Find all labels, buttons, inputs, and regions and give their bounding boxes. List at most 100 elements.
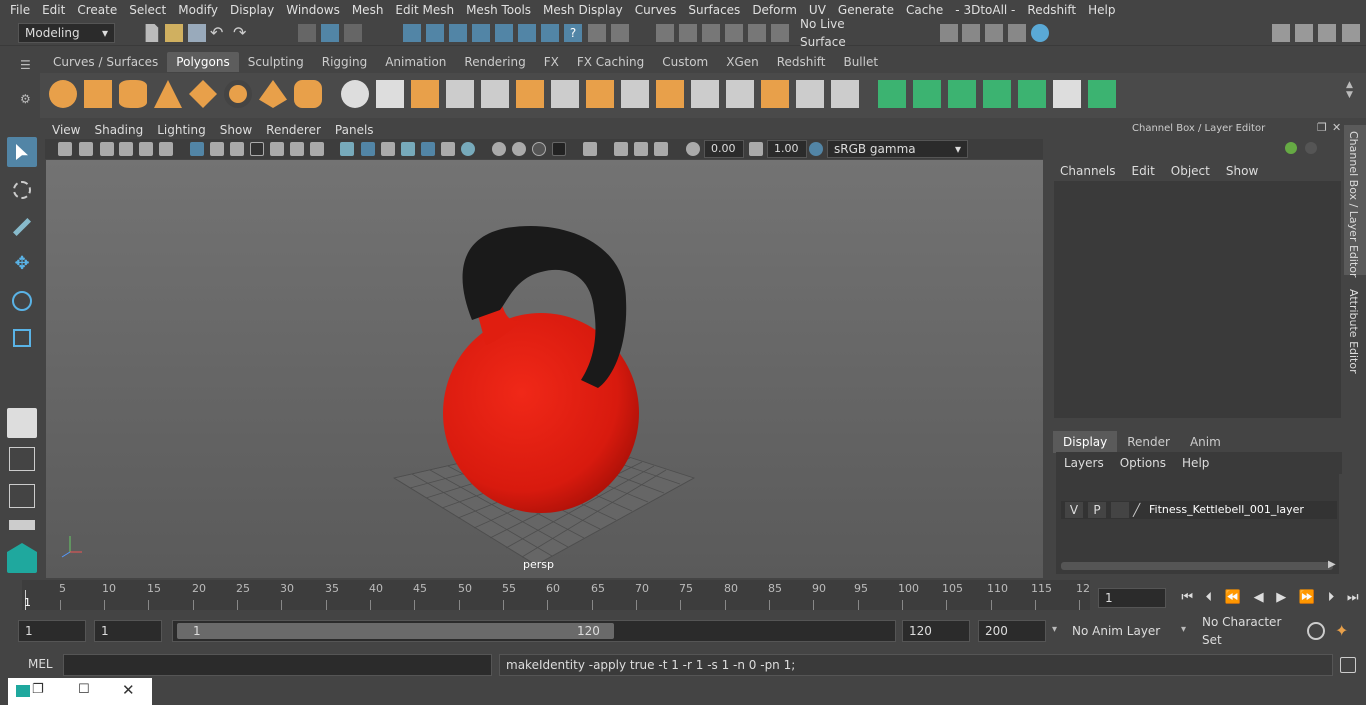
script-editor-icon[interactable] — [1340, 657, 1356, 673]
menu-edit[interactable]: Edit — [36, 0, 71, 20]
tab-display[interactable]: Display — [1053, 431, 1118, 453]
tab-rigging[interactable]: Rigging — [313, 52, 376, 72]
menu-modify[interactable]: Modify — [172, 0, 224, 20]
combine-icon[interactable] — [341, 80, 369, 108]
xray-active-icon[interactable] — [634, 142, 648, 156]
tab-anim[interactable]: Anim — [1180, 431, 1231, 453]
motion-blur-icon[interactable] — [512, 142, 526, 156]
vp-menu-shading[interactable]: Shading — [87, 121, 150, 139]
range-slider[interactable]: 1 120 — [172, 620, 896, 642]
use-lights-icon[interactable] — [441, 142, 455, 156]
poly-sphere-icon[interactable] — [49, 80, 77, 108]
insert-edge-loop-icon[interactable] — [726, 80, 754, 108]
select-hierarchy-icon[interactable] — [298, 24, 316, 42]
save-scene-icon[interactable] — [188, 24, 206, 42]
camera-select-icon[interactable] — [58, 142, 72, 156]
close-icon[interactable]: ✕ — [122, 681, 135, 699]
layer-name[interactable]: Fitness_Kettlebell_001_layer — [1149, 502, 1304, 518]
vp-menu-panels[interactable]: Panels — [328, 121, 381, 139]
maximize-icon[interactable]: ☐ — [78, 682, 90, 697]
le-menu-options[interactable]: Options — [1112, 452, 1174, 474]
safe-action-icon[interactable] — [290, 142, 304, 156]
timeline-ruler[interactable]: 1 5 10 15 20 25 30 35 40 45 50 55 60 65 … — [22, 580, 1090, 610]
smooth-icon[interactable] — [446, 80, 474, 108]
xray-joints-icon[interactable] — [614, 142, 628, 156]
menu-help[interactable]: Help — [1082, 0, 1121, 20]
layer-color-icon[interactable]: ╱ — [1133, 502, 1147, 518]
help-icon[interactable]: ? — [564, 24, 582, 42]
tab-attribute-editor[interactable]: Attribute Editor — [1347, 289, 1360, 374]
reduce-icon[interactable] — [481, 80, 509, 108]
wireframe-on-shaded-icon[interactable] — [401, 142, 415, 156]
tab-animation[interactable]: Animation — [376, 52, 455, 72]
menu-windows[interactable]: Windows — [280, 0, 346, 20]
tab-redshift[interactable]: Redshift — [768, 52, 835, 72]
menu-3dtoall[interactable]: - 3DtoAll - — [949, 0, 1021, 20]
tab-xgen[interactable]: XGen — [717, 52, 768, 72]
minimized-window[interactable]: ❐ ☐ ✕ — [8, 678, 152, 705]
target-weld-icon[interactable] — [796, 80, 824, 108]
range-slider-handle[interactable] — [177, 623, 614, 639]
color-management-icon[interactable] — [809, 142, 823, 156]
isolate-select-icon[interactable] — [583, 142, 597, 156]
scene-start-field[interactable]: 1 — [18, 620, 86, 642]
shelf-menu-icon[interactable]: ☰ — [20, 58, 32, 72]
menu-redshift[interactable]: Redshift — [1021, 0, 1082, 20]
vp-menu-lighting[interactable]: Lighting — [150, 121, 213, 139]
grid-toggle-icon[interactable] — [190, 142, 204, 156]
merge-icon[interactable] — [761, 80, 789, 108]
scroll-right-icon[interactable]: ▶ — [1328, 559, 1336, 570]
tab-sculpting[interactable]: Sculpting — [239, 52, 313, 72]
hud-icon[interactable] — [654, 142, 668, 156]
open-scene-icon[interactable] — [165, 24, 183, 42]
menu-display[interactable]: Display — [224, 0, 280, 20]
breakdown-icon[interactable] — [1305, 142, 1317, 154]
bookmark-icon[interactable] — [100, 142, 114, 156]
command-input[interactable] — [63, 654, 492, 676]
select-component-icon[interactable] — [344, 24, 362, 42]
hypershade-icon[interactable] — [1031, 24, 1049, 42]
menu-mesh[interactable]: Mesh — [346, 0, 390, 20]
poly-cylinder-icon[interactable] — [119, 80, 147, 108]
fill-hole-icon[interactable] — [691, 80, 719, 108]
lock-icon[interactable] — [588, 24, 606, 42]
rotate-tool-icon[interactable] — [7, 286, 37, 316]
viewport-3d[interactable]: persp — [46, 160, 1043, 578]
last-tool-icon[interactable] — [7, 408, 37, 438]
bevel-icon[interactable] — [586, 80, 614, 108]
key-icon[interactable] — [1285, 142, 1297, 154]
restore-icon[interactable]: ❐ — [32, 682, 44, 697]
auto-key-icon[interactable] — [1307, 622, 1325, 640]
tab-polygons[interactable]: Polygons — [167, 52, 239, 72]
render-settings-icon[interactable] — [940, 24, 958, 42]
animation-prefs-icon[interactable]: ✦ — [1335, 622, 1355, 640]
menu-edit-mesh[interactable]: Edit Mesh — [389, 0, 460, 20]
poly-cube-icon[interactable] — [84, 80, 112, 108]
menu-select[interactable]: Select — [123, 0, 172, 20]
field-chart-icon[interactable] — [270, 142, 284, 156]
default-material-icon[interactable] — [381, 142, 395, 156]
layout-grid-icon[interactable] — [7, 445, 37, 473]
undo-icon[interactable]: ↶ — [210, 24, 228, 42]
collapse-icon[interactable] — [831, 80, 859, 108]
layer-reference-toggle[interactable] — [1111, 502, 1129, 518]
xray-icon[interactable] — [421, 142, 435, 156]
layer-playback-toggle[interactable]: P — [1088, 502, 1106, 518]
workspace-icon[interactable] — [1272, 24, 1290, 42]
resolution-gate-icon[interactable] — [230, 142, 244, 156]
close-icon[interactable]: ✕ — [1332, 121, 1341, 134]
menu-mesh-tools[interactable]: Mesh Tools — [460, 0, 537, 20]
separate-icon[interactable] — [376, 80, 404, 108]
menu-surfaces[interactable]: Surfaces — [682, 0, 746, 20]
soft-select-icon[interactable] — [748, 24, 766, 42]
layer-row[interactable]: V P ╱ Fitness_Kettlebell_001_layer — [1061, 501, 1337, 519]
attribute-editor-toggle-icon[interactable] — [1318, 24, 1336, 42]
tab-custom[interactable]: Custom — [653, 52, 717, 72]
play-backward-icon[interactable]: ◀ — [1254, 588, 1264, 608]
poly-pipe-icon[interactable] — [294, 80, 322, 108]
modeling-toolkit-icon[interactable] — [1295, 24, 1313, 42]
render-view-icon[interactable] — [1008, 24, 1026, 42]
vp-menu-show[interactable]: Show — [213, 121, 259, 139]
float-icon[interactable]: ❐ — [1317, 121, 1327, 134]
reflect-icon[interactable] — [771, 24, 789, 42]
